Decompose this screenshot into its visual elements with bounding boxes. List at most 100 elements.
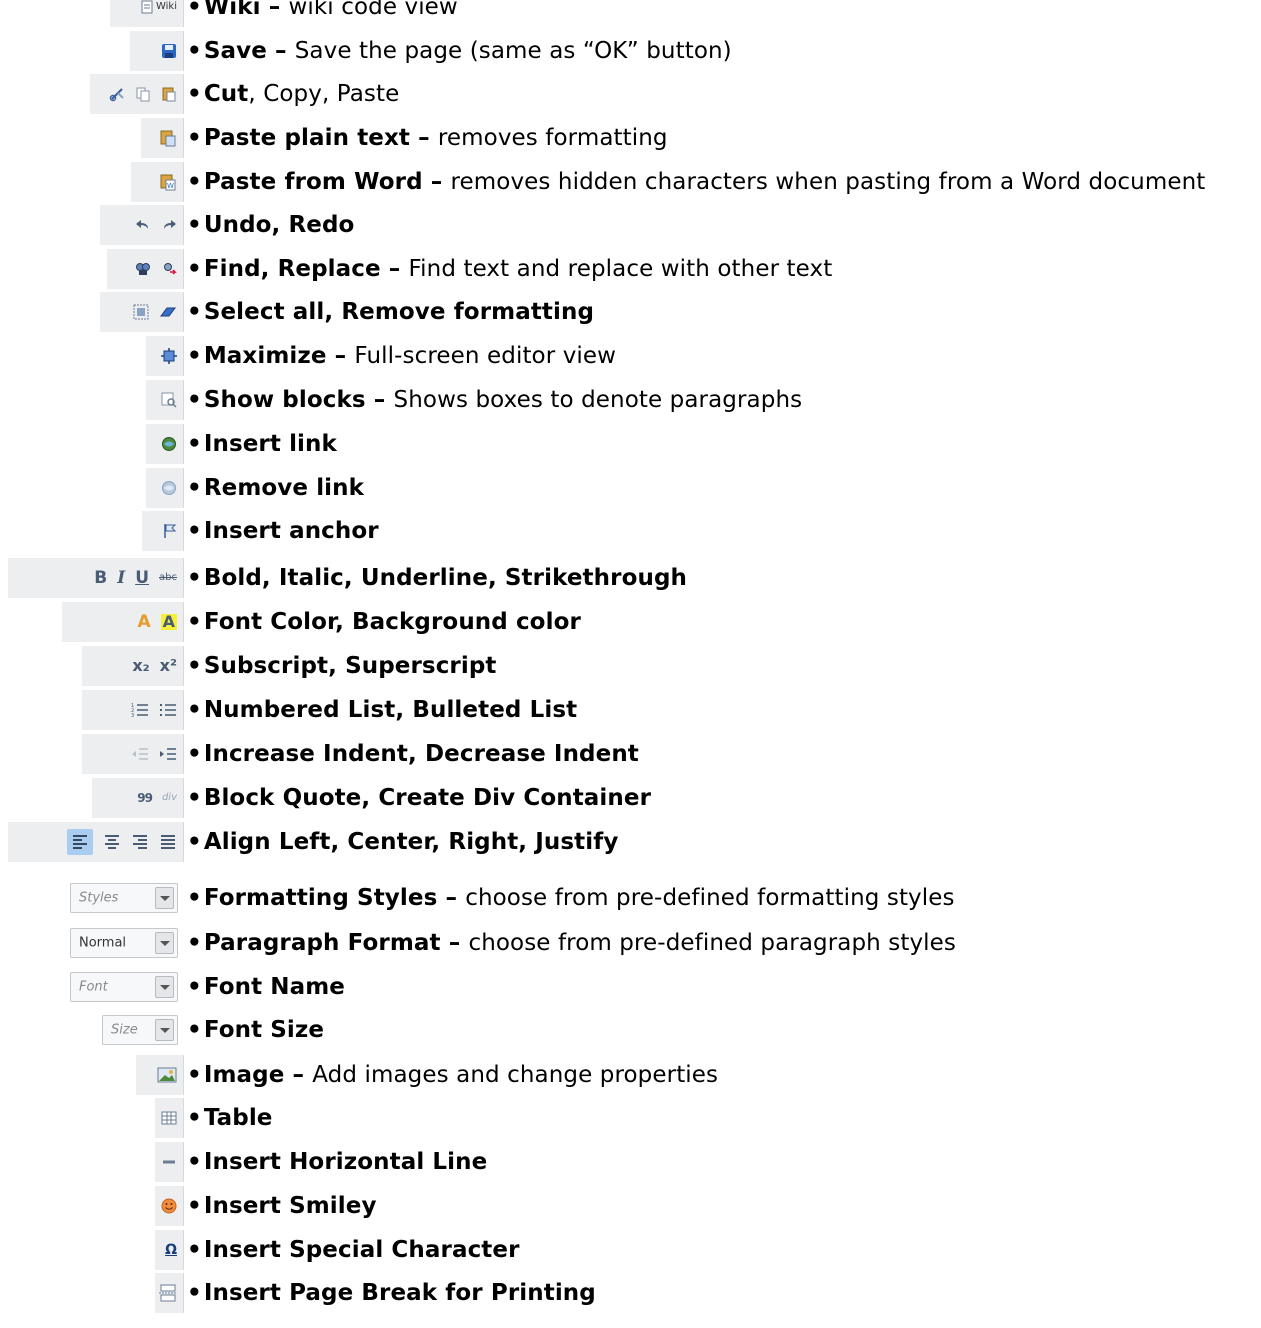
- align-center-icon[interactable]: [103, 833, 121, 851]
- toolbar-group: [100, 292, 184, 332]
- smiley-icon[interactable]: [161, 1198, 177, 1214]
- toolbar-group: W: [131, 162, 184, 202]
- legend-row: Font •Font Name: [0, 967, 1261, 1007]
- superscript-icon[interactable]: x²: [160, 658, 177, 674]
- paste-text-icon[interactable]: [159, 129, 177, 147]
- redo-icon[interactable]: [161, 218, 177, 232]
- wiki-icon[interactable]: Wiki: [141, 0, 177, 14]
- select-dropdown-normal[interactable]: Normal: [70, 928, 178, 958]
- select-value: Font: [79, 979, 108, 995]
- align-left-icon[interactable]: [67, 829, 93, 855]
- italic-icon[interactable]: I: [117, 569, 125, 587]
- align-right-icon[interactable]: [131, 833, 149, 851]
- legend-text: •Block Quote, Create Div Container: [187, 785, 651, 811]
- toolbar-group: [155, 1142, 184, 1182]
- legend-text: •Font Color, Background color: [187, 609, 581, 635]
- feature-name: Insert Horizontal Line: [203, 1149, 488, 1175]
- feature-description: Add images and change properties: [312, 1062, 719, 1088]
- feature-description: Save the page (same as “OK” button): [294, 38, 732, 64]
- underline-icon[interactable]: U: [135, 569, 149, 587]
- bg-color-icon[interactable]: A: [160, 612, 177, 631]
- separator: –: [410, 125, 438, 151]
- blockquote-icon[interactable]: 99: [137, 792, 153, 804]
- bullet: •: [187, 0, 202, 20]
- feature-name: Remove link: [203, 475, 365, 501]
- legend-row: •Align Left, Center, Right, Justify: [0, 822, 1261, 862]
- maximize-icon[interactable]: [161, 348, 177, 364]
- legend-row: B I Uabc •Bold, Italic, Underline, Striketh…: [0, 558, 1261, 598]
- separator: –: [422, 169, 451, 195]
- outdent-icon[interactable]: [131, 746, 149, 762]
- bullet: •: [187, 697, 202, 723]
- bold-glyph: B: [94, 567, 108, 588]
- special-char-icon[interactable]: Ω: [165, 1243, 177, 1257]
- legend-row: •Show blocks – Shows boxes to denote par…: [0, 380, 1261, 420]
- chevron-down-icon[interactable]: [155, 887, 174, 909]
- legend-text: •Paste from Word – removes hidden charac…: [187, 169, 1205, 195]
- bullet: •: [187, 609, 202, 635]
- legend-row: •Select all, Remove formatting: [0, 292, 1261, 332]
- subscript-icon[interactable]: x₂: [132, 658, 149, 674]
- bulleted-list-icon[interactable]: [159, 701, 177, 719]
- toolbar-group: x₂ x²: [82, 646, 184, 686]
- bold-icon[interactable]: B: [94, 567, 108, 588]
- legend-row: •Undo, Redo: [0, 205, 1261, 245]
- link-icon[interactable]: [161, 436, 177, 452]
- select-dropdown-font[interactable]: Font: [70, 972, 178, 1002]
- horizontal-line-icon[interactable]: [161, 1155, 177, 1169]
- feature-description: Find text and replace with other text: [408, 256, 833, 282]
- find-icon[interactable]: [135, 261, 151, 277]
- select-dropdown-styles[interactable]: Styles: [70, 883, 178, 913]
- page-break-icon[interactable]: [159, 1284, 177, 1302]
- div-glyph: div: [161, 792, 177, 803]
- paste-icon[interactable]: [161, 86, 177, 102]
- feature-name: Insert Smiley: [203, 1193, 377, 1219]
- feature-description: removes formatting: [437, 125, 668, 151]
- paste-word-icon[interactable]: W: [159, 173, 177, 191]
- legend-row: Styles •Formatting Styles – choose from p…: [0, 878, 1261, 918]
- separator: –: [284, 1062, 313, 1088]
- remove-format-icon[interactable]: [159, 305, 177, 319]
- legend-text: •Insert link: [187, 431, 337, 457]
- anchor-icon[interactable]: [163, 523, 177, 539]
- separator: –: [260, 0, 289, 20]
- feature-name: Font Name: [203, 974, 346, 1000]
- copy-icon[interactable]: [135, 86, 151, 102]
- select-all-icon[interactable]: [133, 304, 149, 320]
- toolbar-group: [100, 205, 184, 245]
- feature-name: Insert link: [203, 431, 337, 457]
- strike-glyph: abc: [159, 572, 177, 583]
- chevron-down-icon[interactable]: [155, 976, 174, 998]
- replace-icon[interactable]: [161, 261, 177, 277]
- show-blocks-icon[interactable]: [161, 392, 177, 408]
- separator: –: [440, 930, 469, 956]
- bullet: •: [187, 518, 202, 544]
- font-color-icon[interactable]: A: [137, 613, 150, 631]
- table-icon[interactable]: [161, 1111, 177, 1125]
- strike-icon[interactable]: abc: [159, 573, 177, 583]
- unlink-icon[interactable]: [161, 480, 177, 496]
- bg-color-glyph: A: [160, 612, 177, 631]
- legend-text: •Insert Special Character: [187, 1237, 520, 1263]
- toolbar-group: 123: [82, 690, 184, 730]
- undo-icon[interactable]: [135, 218, 151, 232]
- chevron-down-icon[interactable]: [155, 1019, 174, 1041]
- div-icon[interactable]: div: [162, 793, 177, 803]
- select-dropdown-size[interactable]: Size: [102, 1015, 178, 1045]
- separator: –: [437, 885, 466, 911]
- indent-icon[interactable]: [159, 746, 177, 762]
- chevron-down-icon[interactable]: [155, 932, 174, 954]
- align-justify-icon[interactable]: [159, 833, 177, 851]
- toolbar-group: Wiki: [110, 0, 184, 27]
- cut-icon[interactable]: [109, 86, 125, 102]
- bullet: •: [187, 1105, 202, 1131]
- bullet: •: [187, 653, 202, 679]
- feature-name: Increase Indent, Decrease Indent: [203, 741, 639, 767]
- save-icon[interactable]: [161, 43, 177, 59]
- numbered-list-icon[interactable]: 123: [131, 701, 149, 719]
- legend-text: •Show blocks – Shows boxes to denote par…: [187, 387, 802, 413]
- feature-name: Show blocks: [203, 387, 366, 413]
- image-icon[interactable]: [157, 1067, 177, 1083]
- toolbar-group: [155, 1186, 184, 1226]
- separator: ,: [248, 81, 264, 107]
